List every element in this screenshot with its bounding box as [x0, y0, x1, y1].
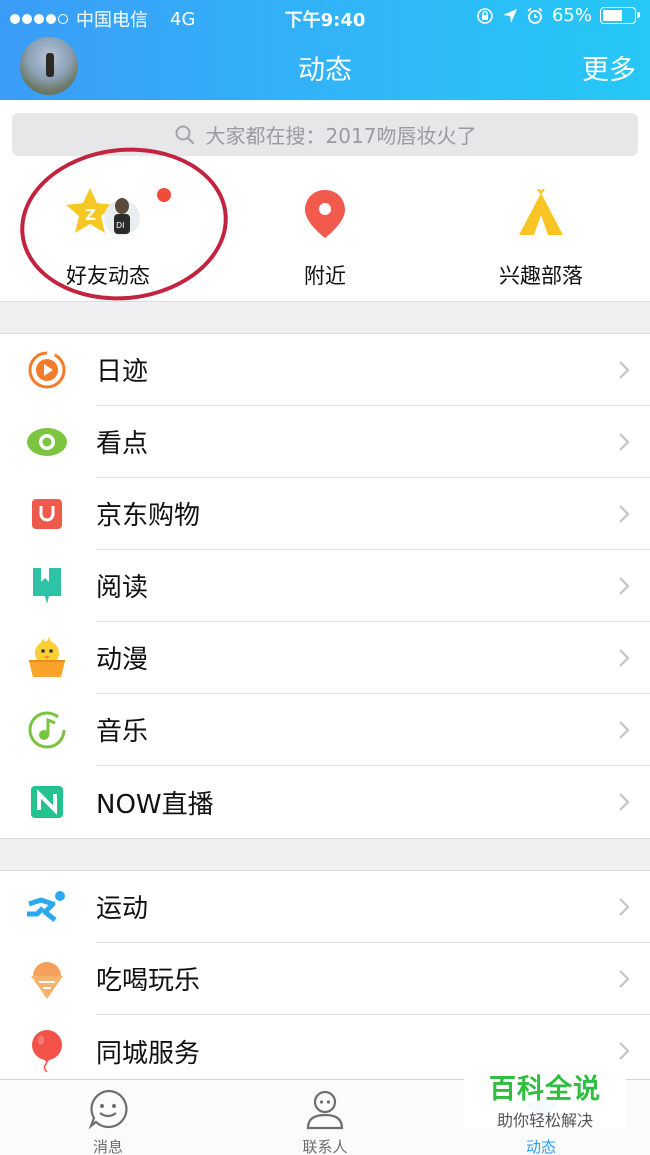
- battery-percent: 65%: [551, 5, 592, 26]
- tab-label: 联系人: [302, 1138, 348, 1155]
- list-item-label: 吃喝玩乐: [96, 966, 201, 996]
- list-item-label: 动漫: [96, 645, 149, 675]
- chevron-right-icon: [619, 1042, 630, 1060]
- search-placeholder: 大家都在搜：2017吻唇妆火了: [205, 124, 477, 148]
- list-item-label: 运动: [96, 894, 149, 924]
- list-item-anime[interactable]: 动漫: [0, 622, 650, 694]
- play-circle-icon: [28, 351, 66, 389]
- nearby-label: 附近: [304, 264, 346, 288]
- service-list-2: 运动 吃喝玩乐 同城服务: [0, 870, 650, 1088]
- nearby-item[interactable]: 附近: [217, 186, 433, 290]
- music-note-icon: [28, 711, 66, 749]
- ice-cream-icon: [31, 962, 63, 999]
- tent-icon: [433, 186, 649, 242]
- rotation-lock-icon: [477, 7, 493, 24]
- shopping-bag-icon: [32, 499, 62, 529]
- eye-icon: [27, 428, 67, 456]
- watermark-subtitle: 助你轻松解决: [496, 1111, 593, 1130]
- list-item-label: 同城服务: [96, 1038, 201, 1069]
- tab-label: 动态: [525, 1138, 556, 1155]
- location-pin-icon: [217, 186, 433, 242]
- tab-messages[interactable]: 消息: [0, 1088, 216, 1155]
- list-item-label: NOW直播: [96, 789, 214, 820]
- list-item-label: 音乐: [96, 717, 149, 747]
- list-item-label: 阅读: [96, 573, 149, 603]
- list-item-jd-shopping[interactable]: 京东购物: [0, 478, 650, 550]
- person-icon: [306, 1090, 344, 1130]
- list-item-food-fun[interactable]: 吃喝玩乐: [0, 943, 650, 1015]
- interest-tribe-label: 兴趣部落: [499, 264, 583, 288]
- list-item-kandian[interactable]: 看点: [0, 406, 650, 478]
- location-arrow-icon: [502, 8, 517, 23]
- alarm-icon: [527, 7, 543, 24]
- watermark-title: 百科全说: [489, 1074, 601, 1105]
- chevron-right-icon: [619, 897, 630, 916]
- page-title: 动态: [298, 55, 352, 86]
- list-item-label: 京东购物: [96, 501, 201, 531]
- list-item-riji[interactable]: 日迹: [0, 334, 650, 406]
- runner-icon: [27, 891, 65, 922]
- more-button[interactable]: 更多: [582, 48, 636, 87]
- chevron-right-icon: [619, 648, 630, 667]
- service-list-1: 日迹 看点 京东购物 阅读 动漫 音乐 NOW直播: [0, 333, 650, 839]
- chevron-right-icon: [619, 360, 630, 379]
- chevron-right-icon: [619, 432, 630, 451]
- now-live-icon: [31, 786, 63, 818]
- status-bar: 中国电信 4G 下午9:40 65%: [0, 0, 650, 32]
- list-item-music[interactable]: 音乐: [0, 694, 650, 766]
- tab-contacts[interactable]: 联系人: [217, 1088, 433, 1155]
- chevron-right-icon: [619, 969, 630, 988]
- watermark-overlay: 百科全说 助你轻松解决: [464, 1063, 626, 1130]
- battery-icon: [600, 7, 640, 24]
- list-item-sports[interactable]: 运动: [0, 871, 650, 943]
- list-item-label: 日迹: [96, 357, 149, 387]
- tab-label: 消息: [92, 1138, 123, 1155]
- chick-icon: [29, 637, 65, 677]
- chevron-right-icon: [619, 793, 630, 811]
- top-header: 中国电信 4G 下午9:40 65% 动态 更多: [0, 0, 650, 100]
- search-icon: [175, 125, 194, 144]
- chevron-right-icon: [619, 576, 630, 595]
- interest-tribe-item[interactable]: 兴趣部落: [433, 186, 649, 290]
- balloon-icon: [32, 1030, 62, 1073]
- list-item-label: 看点: [96, 429, 149, 459]
- chevron-right-icon: [619, 504, 630, 523]
- smile-chat-icon: [88, 1089, 128, 1130]
- list-item-reading[interactable]: 阅读: [0, 550, 650, 622]
- chevron-right-icon: [619, 720, 630, 739]
- list-item-now-live[interactable]: NOW直播: [0, 766, 650, 838]
- book-icon: [33, 568, 61, 604]
